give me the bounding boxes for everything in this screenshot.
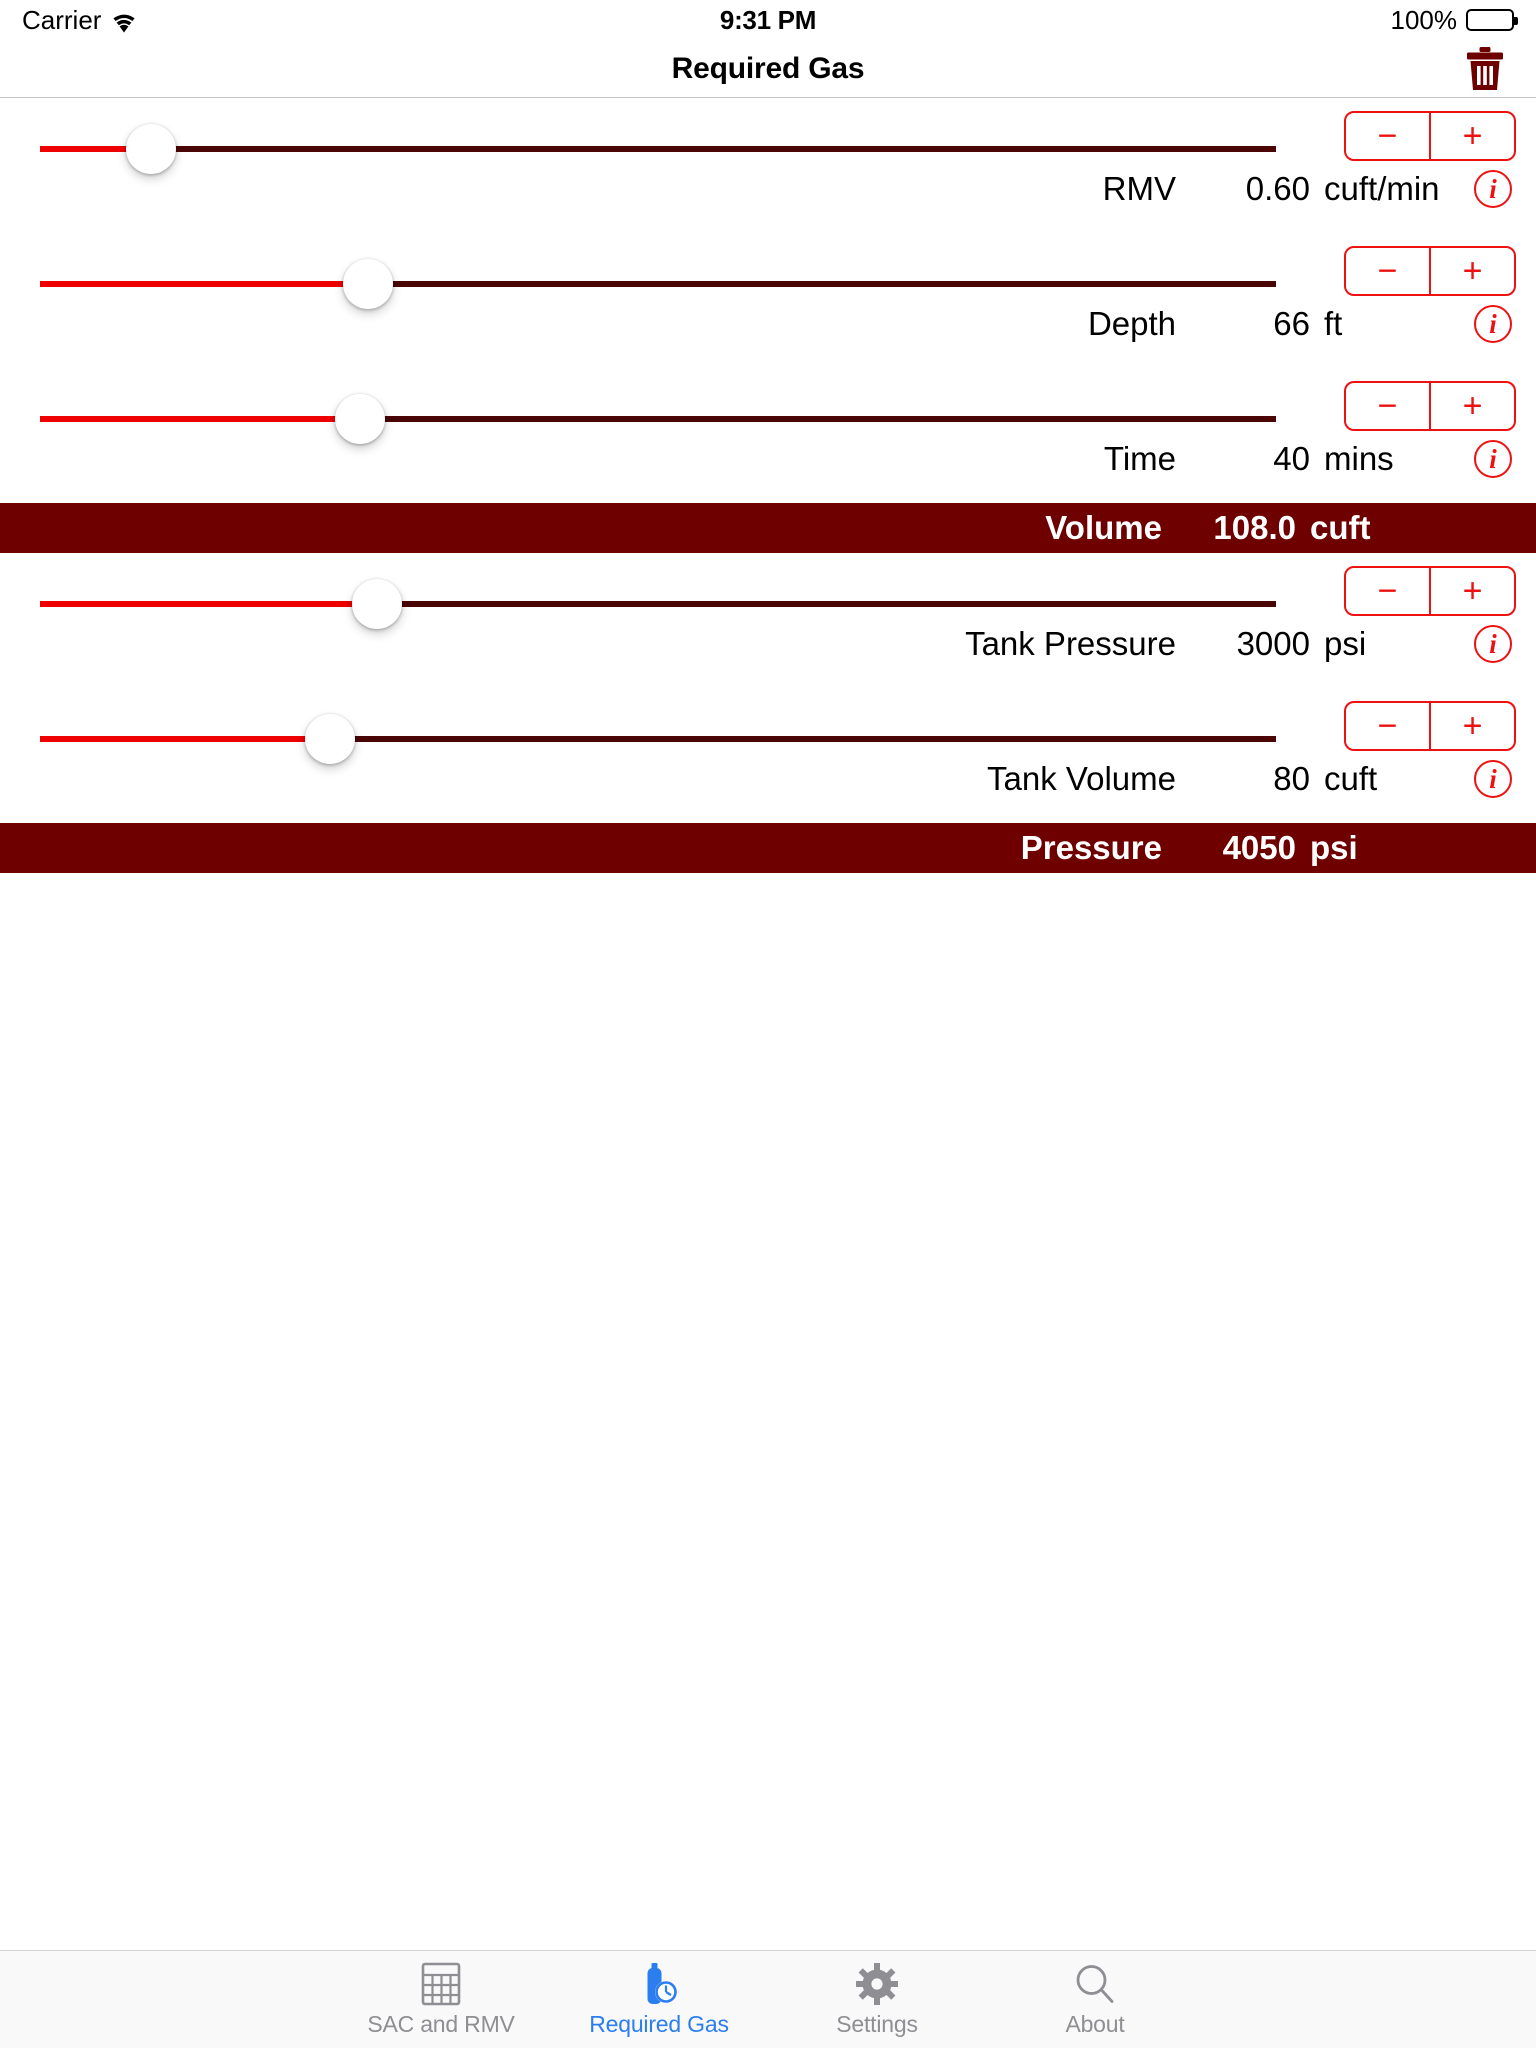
status-bar-right: 100% (1390, 4, 1518, 36)
magnifier-icon (1074, 1962, 1116, 2006)
row-label: Tank Volume (987, 760, 1176, 797)
navigation-bar: Required Gas (0, 40, 1536, 98)
tab-settings[interactable]: Settings (768, 1962, 986, 2038)
battery-percent-label: 100% (1390, 4, 1458, 35)
stepper-plus-button[interactable]: + (1431, 113, 1514, 159)
row-label: Depth (1087, 305, 1176, 342)
slider-depth[interactable] (40, 259, 1276, 309)
stepper-minus-button[interactable]: − (1346, 383, 1431, 429)
result-unit: psi (1310, 829, 1358, 866)
row-value: 66 (1273, 305, 1310, 342)
tab-sac-and-rmv[interactable]: SAC and RMV (332, 1962, 550, 2038)
slider-rmv[interactable] (40, 124, 1276, 174)
tab-required-gas[interactable]: Required Gas (550, 1962, 768, 2038)
stepper-depth[interactable]: − + (1344, 246, 1516, 296)
slider-tank-pressure[interactable] (40, 579, 1276, 629)
result-bar-volume: Volume 108.0 cuft (0, 503, 1536, 553)
slider-track-fill (40, 736, 331, 742)
row-value: 40 (1273, 440, 1310, 477)
slider-thumb[interactable] (126, 124, 177, 174)
slider-time[interactable] (40, 394, 1276, 444)
status-bar: Carrier 9:31 PM 100% (0, 0, 1536, 40)
result-bar-pressure: Pressure 4050 psi (0, 823, 1536, 873)
row-unit: mins (1324, 440, 1394, 477)
slider-track-fill (40, 281, 368, 287)
row-label-line: Time 40 mins i (0, 440, 1512, 478)
result-value: 4050 (1222, 829, 1296, 866)
row-value: 0.60 (1245, 170, 1310, 207)
tab-bar: SAC and RMV Required Gas Settings About (0, 1950, 1536, 2048)
stepper-minus-button[interactable]: − (1346, 113, 1431, 159)
slider-row-rmv: − + RMV 0.60 cuft/min i (0, 98, 1536, 233)
stepper-minus-button[interactable]: − (1346, 703, 1431, 749)
slider-tank-volume[interactable] (40, 714, 1276, 764)
result-unit: cuft (1310, 509, 1371, 546)
stepper-minus-button[interactable]: − (1346, 248, 1431, 294)
info-icon[interactable]: i (1474, 625, 1512, 663)
stepper-plus-button[interactable]: + (1431, 383, 1514, 429)
stepper-plus-button[interactable]: + (1431, 568, 1514, 614)
tab-label: Settings (836, 2010, 918, 2037)
stepper-rmv[interactable]: − + (1344, 111, 1516, 161)
tab-label: About (1065, 2010, 1125, 2037)
tab-label: SAC and RMV (367, 2010, 515, 2037)
slider-thumb[interactable] (305, 714, 356, 764)
info-icon[interactable]: i (1474, 170, 1512, 208)
info-icon[interactable]: i (1474, 305, 1512, 343)
slider-row-tank-pressure: − + Tank Pressure 3000 psi i (0, 553, 1536, 688)
stepper-plus-button[interactable]: + (1431, 248, 1514, 294)
row-label-line: Tank Pressure 3000 psi i (0, 625, 1512, 663)
row-unit: psi (1324, 625, 1367, 662)
info-icon[interactable]: i (1474, 760, 1512, 798)
main-content: − + RMV 0.60 cuft/min i − + Depth 66 ft … (0, 98, 1536, 873)
row-unit: cuft/min (1324, 170, 1440, 207)
slider-track-fill (40, 416, 361, 422)
status-bar-clock: 9:31 PM (719, 4, 817, 35)
row-label-line: Tank Volume 80 cuft i (0, 760, 1512, 798)
row-value: 80 (1273, 760, 1310, 797)
row-unit: cuft (1324, 760, 1378, 797)
result-label: Pressure (1020, 829, 1162, 866)
slider-row-time: − + Time 40 mins i (0, 368, 1536, 503)
tab-about[interactable]: About (986, 1962, 1204, 2038)
slider-row-tank-volume: − + Tank Volume 80 cuft i (0, 688, 1536, 823)
battery-full-icon (1466, 9, 1518, 31)
stepper-time[interactable]: − + (1344, 381, 1516, 431)
row-unit: ft (1324, 305, 1343, 342)
tab-label: Required Gas (589, 2010, 729, 2037)
stepper-tank-volume[interactable]: − + (1344, 701, 1516, 751)
stepper-minus-button[interactable]: − (1346, 568, 1431, 614)
scuba-tank-icon (639, 1962, 679, 2006)
stepper-plus-button[interactable]: + (1431, 703, 1514, 749)
slider-thumb[interactable] (335, 394, 386, 444)
info-icon[interactable]: i (1474, 440, 1512, 478)
result-label: Volume (1045, 509, 1162, 546)
slider-track (40, 146, 1276, 152)
slider-thumb[interactable] (342, 259, 393, 309)
slider-row-depth: − + Depth 66 ft i (0, 233, 1536, 368)
slider-track-fill (40, 601, 378, 607)
row-label: RMV (1102, 170, 1176, 207)
gear-icon (856, 1962, 898, 2006)
stepper-tank-pressure[interactable]: − + (1344, 566, 1516, 616)
slider-thumb[interactable] (352, 579, 403, 629)
trash-icon[interactable] (1462, 45, 1508, 93)
row-label-line: Depth 66 ft i (0, 305, 1512, 343)
page-title: Required Gas (671, 51, 865, 85)
row-value: 3000 (1236, 625, 1310, 662)
row-label: Tank Pressure (965, 625, 1176, 662)
row-label-line: RMV 0.60 cuft/min i (0, 170, 1512, 208)
calculator-grid-icon (421, 1962, 461, 2006)
row-label: Time (1103, 440, 1176, 477)
result-value: 108.0 (1213, 509, 1296, 546)
